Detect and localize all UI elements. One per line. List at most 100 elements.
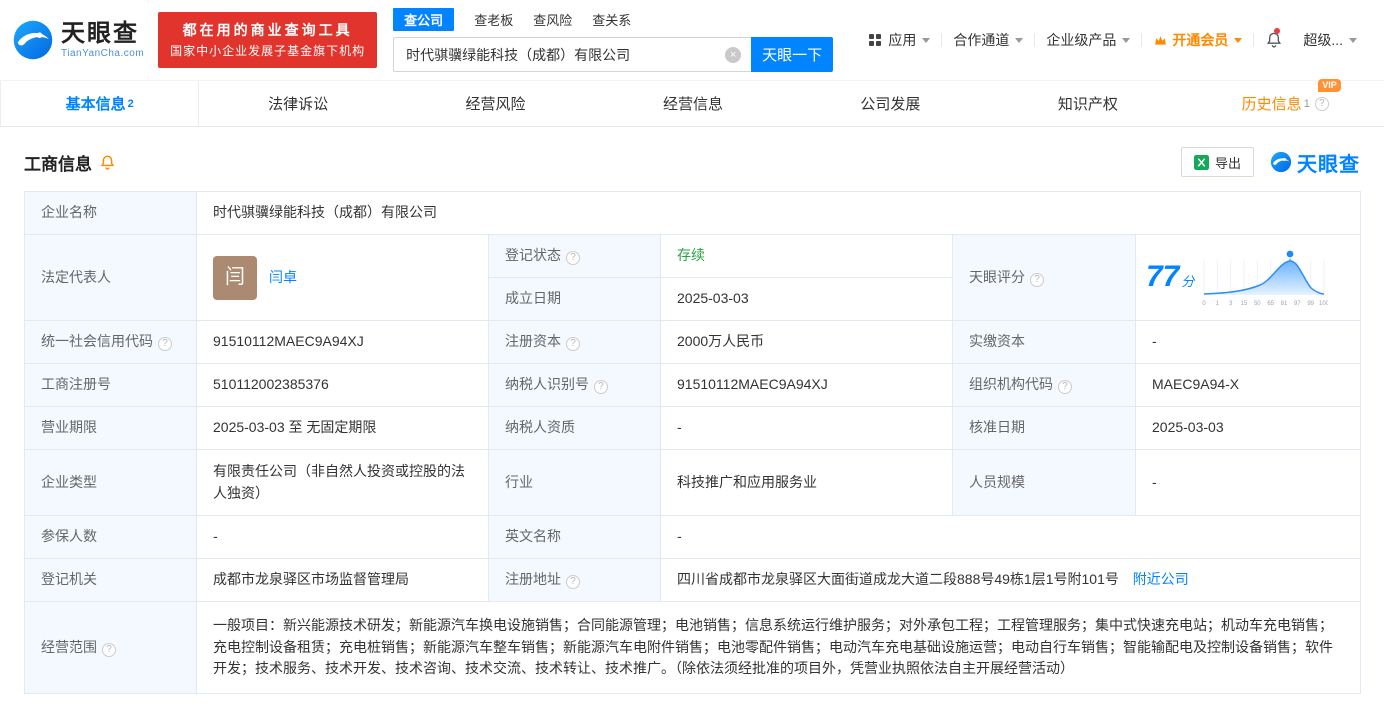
tab-company-development-label: 公司发展 (860, 96, 921, 113)
nav-enterprise[interactable]: 企业级产品 (1037, 30, 1139, 50)
search-tab-risk[interactable]: 查风险 (533, 8, 572, 31)
business-term-value: 2025-03-03 至 无固定期限 (196, 406, 489, 450)
tianyan-score-value[interactable]: 77 分 0 1 3 15 50 65 81 97 99 100 (1134, 234, 1362, 321)
vip-badge: VIP (1318, 79, 1341, 93)
help-icon[interactable]: ? (566, 575, 580, 590)
tab-legal-litigation[interactable]: 法律诉讼 (199, 81, 396, 126)
tianyancha-watermark: 天眼查 (1270, 148, 1360, 177)
logo-subtitle: TianYanCha.com (61, 47, 145, 59)
org-code-label: 组织机构代码? (952, 363, 1136, 407)
tab-intellectual-property-label: 知识产权 (1057, 96, 1118, 113)
nav-open-vip[interactable]: 开通会员 (1144, 30, 1251, 50)
tab-basic-info[interactable]: 基本信息 2 (0, 81, 200, 126)
export-button-label: 导出 (1214, 155, 1241, 171)
help-icon[interactable]: ? (566, 337, 580, 352)
company-name-value: 时代骐骥绿能科技（成都）有限公司 (195, 191, 1362, 235)
search-row: × 天眼一下 (393, 37, 834, 72)
english-name-value: - (659, 515, 1362, 559)
svg-text:50: 50 (1254, 301, 1261, 307)
chevron-down-icon (922, 37, 931, 43)
tab-operation-risk-label: 经营风险 (465, 96, 526, 113)
logo-text: 天眼查 TianYanCha.com (61, 20, 145, 59)
insured-count-label: 参保人数 (24, 515, 197, 559)
row-legal-rep: 法定代表人 闫 闫卓 登记状态? 存续 天眼评分? 77 分 0 1 3 15 … (24, 234, 1362, 321)
staff-size-value: - (1134, 449, 1362, 516)
tab-operation-risk[interactable]: 经营风险 (397, 81, 594, 126)
company-type-value: 有限责任公司（非自然人投资或控股的法人独资） (196, 449, 489, 516)
divider (1034, 33, 1036, 47)
row-reg-authority: 登记机关 成都市龙泉驿区市场监督管理局 注册地址? 四川省成都市龙泉驿区大面街道… (24, 558, 1362, 602)
company-name-label: 企业名称 (24, 191, 197, 235)
svg-text:100: 100 (1319, 301, 1328, 307)
svg-text:3: 3 (1229, 301, 1233, 307)
legal-rep-value: 闫 闫卓 (196, 234, 489, 321)
section-title: 工商信息 (24, 154, 92, 174)
search-input[interactable] (393, 37, 752, 72)
top-nav: 应用 合作通道 企业级产品 开通会员 超级... (860, 28, 1366, 50)
watermark-label: 天眼查 (1297, 153, 1360, 176)
clear-icon[interactable]: × (725, 46, 742, 63)
tab-history-info-count: 1 (1303, 97, 1310, 110)
promo-banner: 都在用的商业查询工具 国家中小企业发展子基金旗下机构 (158, 11, 378, 69)
reg-address-label: 注册地址? (488, 558, 661, 602)
row-business-term: 营业期限 2025-03-03 至 无固定期限 纳税人资质 - 核准日期 202… (24, 406, 1362, 450)
svg-text:97: 97 (1294, 301, 1301, 307)
tianyancha-logo[interactable]: 天眼查 TianYanCha.com (12, 19, 144, 61)
help-icon[interactable]: ? (1314, 96, 1329, 111)
search-tab-company[interactable]: 查公司 (393, 8, 455, 31)
chevron-down-icon (1349, 37, 1357, 43)
search-tab-boss[interactable]: 查老板 (474, 8, 513, 31)
tab-intellectual-property[interactable]: 知识产权 (989, 81, 1186, 126)
export-button[interactable]: 导出 (1180, 147, 1254, 177)
nav-user-account[interactable]: 超级... (1294, 30, 1366, 50)
search-area: 查公司 查老板 查风险 查关系 × 天眼一下 (393, 8, 834, 72)
tab-company-development[interactable]: 公司发展 (792, 81, 989, 126)
nav-user-label: 超级... (1303, 32, 1343, 48)
legal-rep-link[interactable]: 闫卓 (269, 267, 297, 289)
english-name-label: 英文名称 (488, 515, 661, 559)
help-icon[interactable]: ? (1058, 380, 1072, 395)
tab-legal-litigation-label: 法律诉讼 (268, 96, 329, 113)
tab-operation-info[interactable]: 经营信息 (594, 81, 791, 126)
reg-authority-value: 成都市龙泉驿区市场监督管理局 (196, 558, 489, 602)
search-tab-relation[interactable]: 查关系 (592, 8, 631, 31)
tianyan-score-label: 天眼评分? (952, 234, 1136, 321)
search-button[interactable]: 天眼一下 (751, 37, 834, 72)
help-icon[interactable]: ? (594, 380, 608, 395)
legal-rep-avatar[interactable]: 闫 (213, 255, 257, 300)
tab-history-info[interactable]: VIP 历史信息 1 ? (1187, 79, 1384, 126)
nav-cooperation[interactable]: 合作通道 (944, 30, 1032, 50)
tab-basic-info-label: 基本信息 (65, 96, 126, 113)
vip-crown-icon (1155, 35, 1167, 45)
tianyancha-logo-icon (13, 20, 53, 60)
chevron-down-icon (1015, 37, 1024, 43)
row-company-name: 企业名称 时代骐骥绿能科技（成都）有限公司 (24, 191, 1362, 235)
nav-apps[interactable]: 应用 (860, 30, 939, 50)
nearby-company-link[interactable]: 附近公司 (1133, 571, 1189, 587)
nav-apps-label: 应用 (888, 32, 917, 48)
promo-line2: 国家中小企业发展子基金旗下机构 (170, 43, 366, 58)
notification-bell[interactable] (1256, 28, 1292, 49)
paid-capital-label: 实缴资本 (952, 320, 1136, 364)
score-number: 77 分 (1146, 260, 1195, 294)
reg-number-label: 工商注册号 (24, 363, 197, 407)
paid-capital-value: - (1134, 320, 1362, 364)
svg-text:99: 99 (1308, 301, 1315, 307)
business-scope-label: 经营范围? (24, 600, 197, 695)
approval-date-value: 2025-03-03 (1134, 406, 1362, 450)
credit-code-label: 统一社会信用代码? (24, 320, 197, 364)
svg-text:81: 81 (1281, 301, 1288, 307)
company-detail-tabs: 基本信息 2 法律诉讼 经营风险 经营信息 公司发展 知识产权 VIP 历史信息… (0, 79, 1384, 127)
help-icon[interactable]: ? (566, 251, 580, 266)
company-type-label: 企业类型 (24, 449, 197, 516)
help-icon[interactable]: ? (102, 642, 116, 657)
nav-cooperation-label: 合作通道 (953, 32, 1010, 48)
help-icon[interactable]: ? (1030, 272, 1044, 287)
reg-number-value: 510112002385376 (196, 363, 489, 407)
tianyancha-logo-icon (1270, 151, 1292, 173)
business-term-label: 营业期限 (24, 406, 197, 450)
svg-text:1: 1 (1216, 301, 1220, 307)
taxpayer-quality-value: - (660, 406, 953, 450)
reg-capital-value: 2000万人民币 (660, 320, 953, 364)
help-icon[interactable]: ? (158, 337, 172, 352)
